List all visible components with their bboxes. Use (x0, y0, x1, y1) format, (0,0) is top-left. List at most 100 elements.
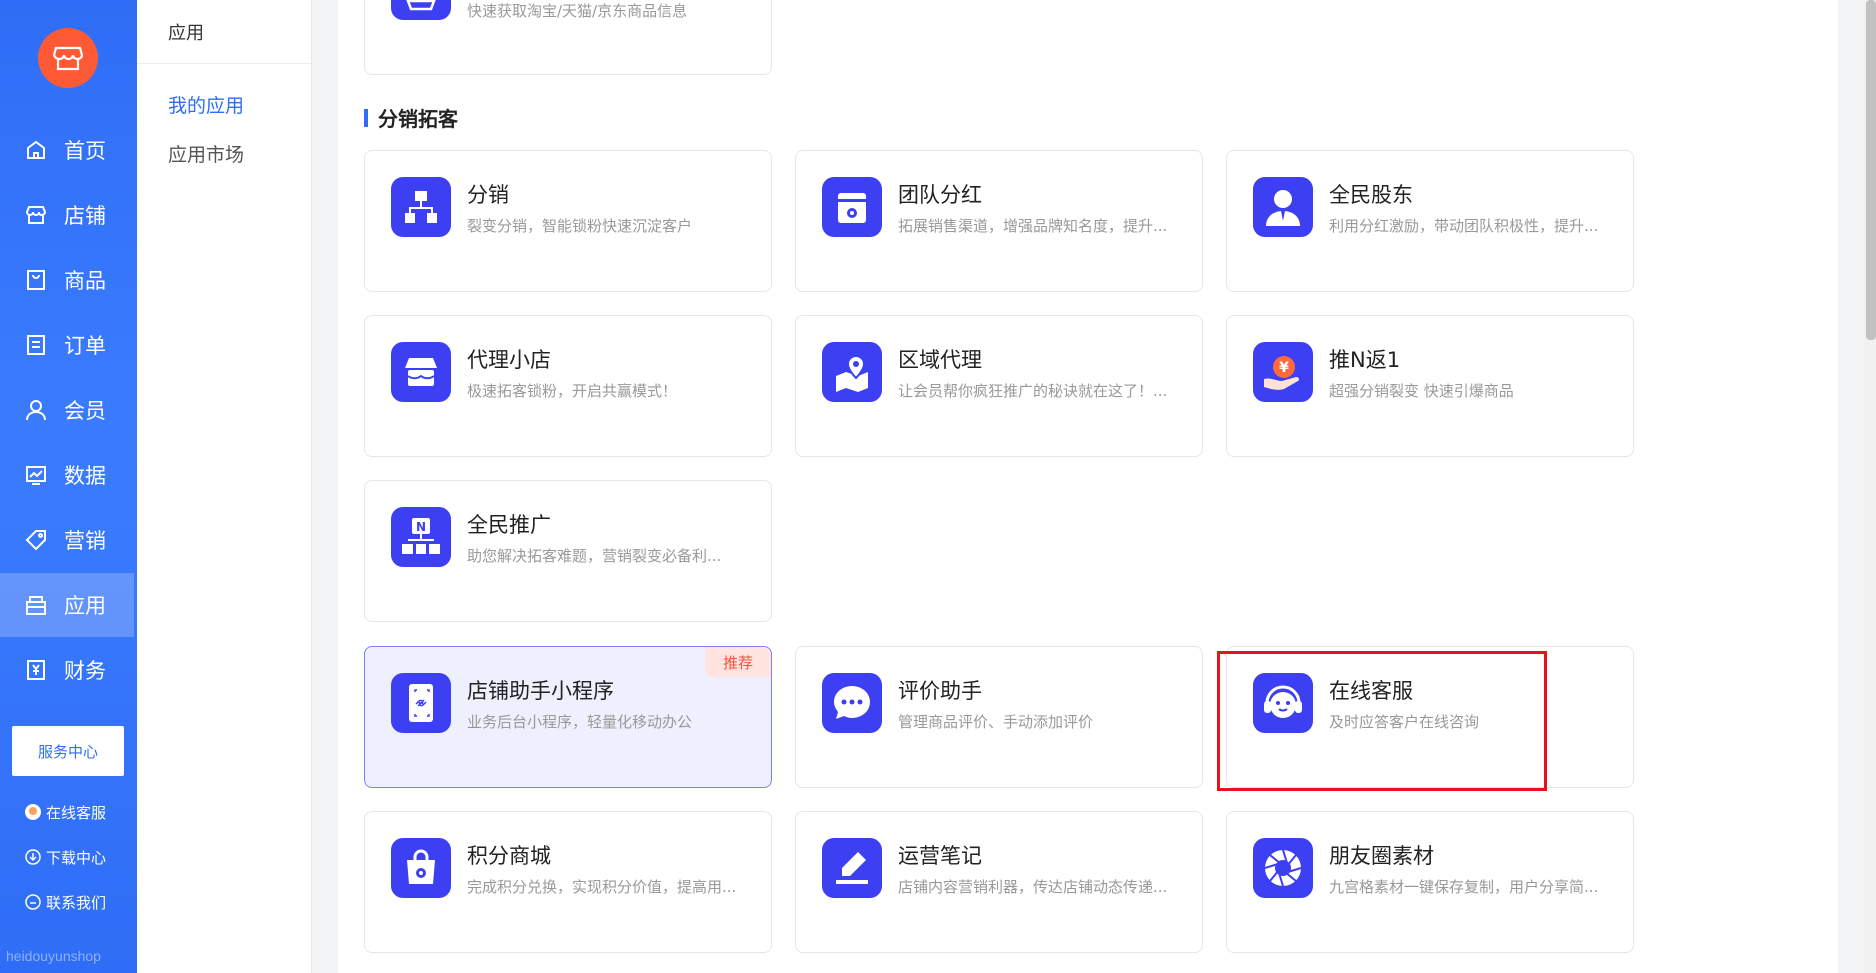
section-title: 分销拓客 (364, 103, 458, 132)
org-chart-icon (391, 177, 451, 237)
card-title: 推N返1 (1329, 348, 1401, 372)
section-bar (364, 108, 368, 127)
nav-item-store[interactable]: 店铺 (0, 185, 137, 245)
home-icon (24, 138, 48, 162)
online-service-label: 在线客服 (46, 803, 107, 822)
online-service-link[interactable]: 在线客服 (24, 800, 106, 824)
nav-item-goods[interactable]: 商品 (0, 250, 137, 310)
card-title: 全民推广 (467, 513, 551, 537)
shop-icon (391, 342, 451, 402)
map-pin-icon (822, 342, 882, 402)
watermark: heidouyunshop (6, 948, 101, 964)
recommend-badge: 推荐 (705, 647, 771, 677)
yen-hand-icon: ¥ (1253, 342, 1313, 402)
app-card-push-n-return-1[interactable]: ¥ 推N返1 超强分销裂变 快速引爆商品 (1226, 315, 1634, 457)
member-icon (24, 398, 48, 422)
app-card-team-bonus[interactable]: 团队分红 拓展销售渠道，增强品牌知名度，提升... (795, 150, 1203, 292)
download-center-link[interactable]: 下载中心 (24, 845, 106, 869)
nav-item-member[interactable]: 会员 (0, 380, 137, 440)
subnav-title: 应用 (137, 0, 311, 64)
card-desc: 完成积分兑换，实现积分价值，提高用... (467, 878, 737, 896)
contact-us-label: 联系我们 (46, 893, 107, 912)
card-desc: 九宫格素材一键保存复制，用户分享简... (1329, 878, 1599, 896)
chat-icon (24, 893, 42, 911)
card-desc: 及时应答客户在线咨询 (1329, 713, 1480, 731)
nav-label: 订单 (64, 334, 106, 358)
contact-us-link[interactable]: 联系我们 (24, 890, 106, 914)
nav-item-order[interactable]: 订单 (0, 315, 137, 375)
app-card-store-assistant[interactable]: 推荐 店铺助手小程序 业务后台小程序，轻量化移动办公 (364, 646, 772, 788)
aperture-icon (1253, 838, 1313, 898)
nav-label: 应用 (64, 594, 106, 618)
download-icon (24, 848, 42, 866)
card-desc: 店铺内容营销利器，传达店铺动态传递... (898, 878, 1168, 896)
nav-label: 商品 (64, 269, 106, 293)
app-card-promotion[interactable]: N 全民推广 助您解决拓客难题，营销裂变必备利... (364, 480, 772, 622)
card-title: 评价助手 (898, 679, 982, 703)
store-icon (24, 203, 48, 227)
card-title: 团队分红 (898, 183, 982, 207)
edit-pen-icon (822, 838, 882, 898)
store-logo-icon[interactable] (38, 28, 98, 88)
support-agent-icon (1253, 673, 1313, 733)
phone-link-icon (391, 673, 451, 733)
svg-text:¥: ¥ (1279, 360, 1289, 376)
card-title: 分销 (467, 183, 509, 207)
nav-item-marketing[interactable]: 营销 (0, 510, 137, 570)
app-card-moments-material[interactable]: 朋友圈素材 九宫格素材一键保存复制，用户分享简... (1226, 811, 1634, 953)
cart-icon (391, 0, 451, 20)
nav-item-home[interactable]: 首页 (0, 120, 137, 180)
card-title: 区域代理 (898, 348, 982, 372)
card-desc: 让会员帮你疯狂推广的秘诀就在这了！... (898, 382, 1168, 400)
nav-label: 会员 (64, 399, 106, 423)
card-desc: 业务后台小程序，轻量化移动办公 (467, 713, 693, 731)
app-card-distribution[interactable]: 分销 裂变分销，智能锁粉快速沉淀客户 (364, 150, 772, 292)
card-title: 店铺助手小程序 (467, 679, 614, 703)
app-card-ops-notes[interactable]: 运营笔记 店铺内容营销利器，传达店铺动态传递... (795, 811, 1203, 953)
card-desc: 超强分销裂变 快速引爆商品 (1329, 382, 1514, 400)
card-desc: 助您解决拓客难题，营销裂变必备利... (467, 547, 722, 565)
app-subnav: 应用 我的应用 应用市场 (137, 0, 312, 973)
finance-icon (24, 658, 48, 682)
card-desc: 拓展销售渠道，增强品牌知名度，提升... (898, 217, 1168, 235)
card-desc: 快速获取淘宝/天猫/京东商品信息 (467, 2, 688, 20)
nav-label: 营销 (64, 529, 106, 553)
nav-label: 财务 (64, 659, 106, 683)
scrollbar-thumb[interactable] (1866, 0, 1876, 340)
section-title-text: 分销拓客 (378, 107, 458, 131)
app-card-agent-shop[interactable]: 代理小店 极速拓客锁粉，开启共赢模式！ (364, 315, 772, 457)
box-icon (822, 177, 882, 237)
card-title: 全民股东 (1329, 183, 1413, 207)
nav-item-finance[interactable]: 财务 (0, 640, 137, 700)
nav-item-data[interactable]: 数据 (0, 445, 137, 505)
nav-label: 数据 (64, 464, 106, 488)
app-card-regional-agent[interactable]: 区域代理 让会员帮你疯狂推广的秘诀就在这了！... (795, 315, 1203, 457)
app-card-online-service[interactable]: 在线客服 及时应答客户在线咨询 (1226, 646, 1634, 788)
app-card-partial[interactable]: 快速获取淘宝/天猫/京东商品信息 (364, 0, 772, 75)
comment-icon (822, 673, 882, 733)
download-center-label: 下载中心 (46, 848, 107, 867)
avatar-icon (24, 803, 42, 821)
app-card-points-mall[interactable]: 积分商城 完成积分兑换，实现积分价值，提高用... (364, 811, 772, 953)
card-title: 代理小店 (467, 348, 551, 372)
shopping-bag-icon (391, 838, 451, 898)
goods-icon (24, 268, 48, 292)
card-title: 运营笔记 (898, 844, 982, 868)
app-card-shareholder[interactable]: 全民股东 利用分红激励，带动团队积极性，提升... (1226, 150, 1634, 292)
app-icon (24, 593, 48, 617)
data-icon (24, 463, 48, 487)
card-desc: 利用分红激励，带动团队积极性，提升... (1329, 217, 1599, 235)
card-title: 在线客服 (1329, 679, 1413, 703)
service-center-button[interactable]: 服务中心 (12, 726, 124, 776)
subnav-item-my-apps[interactable]: 我的应用 (168, 91, 244, 118)
n-network-icon: N (391, 507, 451, 567)
card-title: 积分商城 (467, 844, 551, 868)
subnav-item-app-market[interactable]: 应用市场 (168, 140, 244, 167)
nav-item-app[interactable]: 应用 (0, 573, 134, 637)
nav-label: 店铺 (64, 204, 106, 228)
svg-text:N: N (416, 520, 426, 534)
card-desc: 裂变分销，智能锁粉快速沉淀客户 (467, 217, 693, 235)
app-card-review-assistant[interactable]: 评价助手 管理商品评价、手动添加评价 (795, 646, 1203, 788)
nav-label: 首页 (64, 139, 106, 163)
shareholder-icon (1253, 177, 1313, 237)
